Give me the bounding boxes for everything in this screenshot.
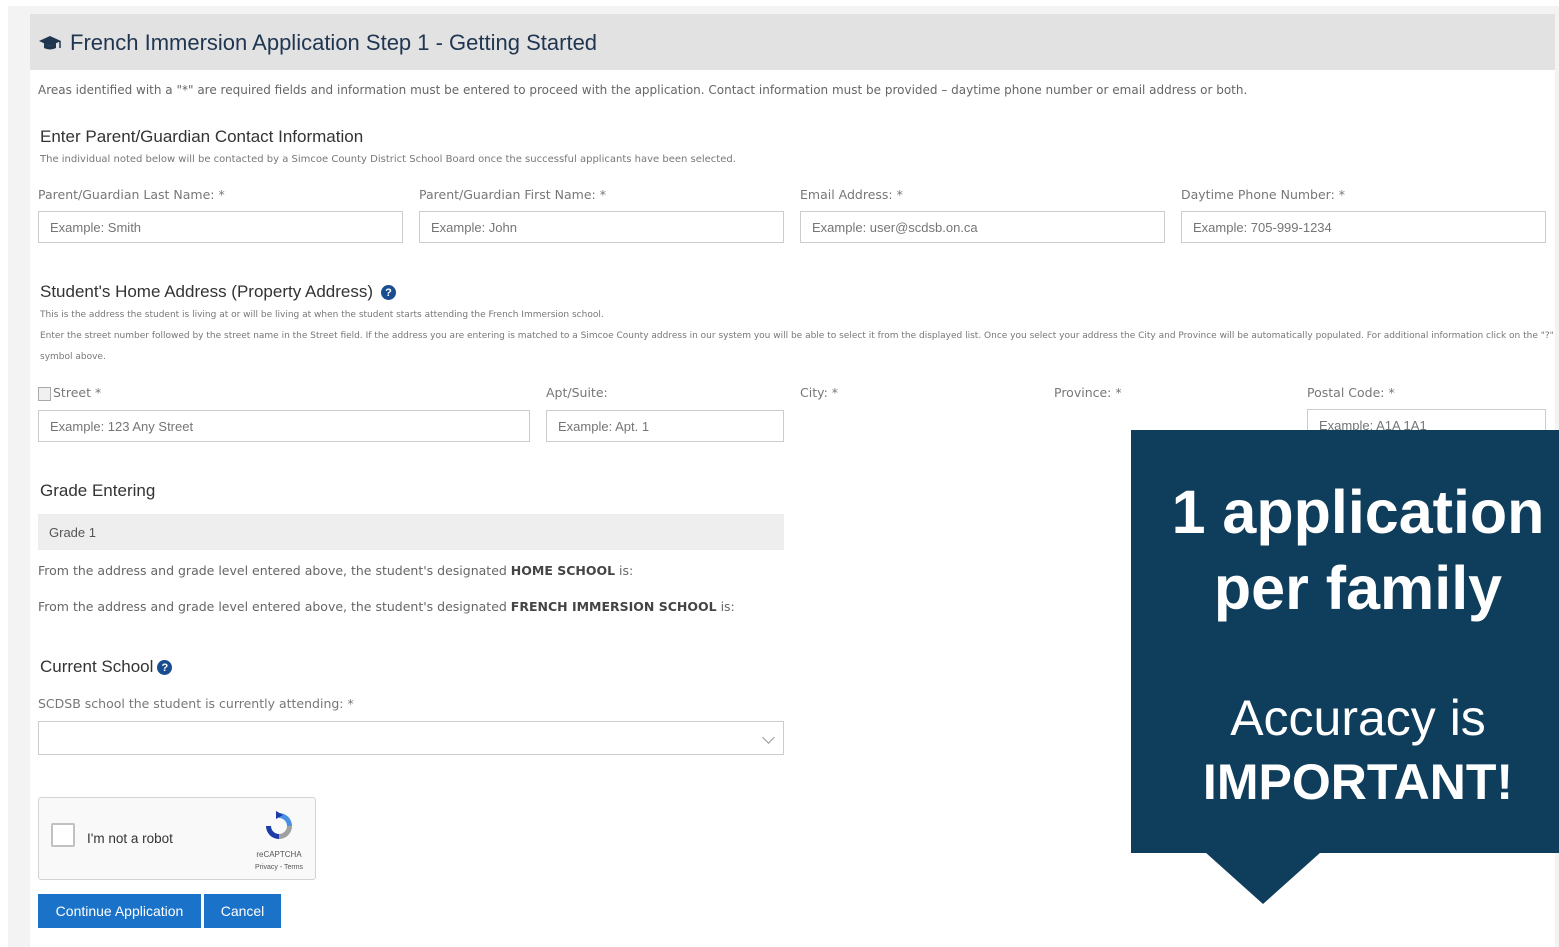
current-school-label: SCDSB school the student is currently at… (38, 696, 354, 711)
address-subtext-1: This is the address the student is livin… (40, 310, 604, 320)
fi-school-text: From the address and grade level entered… (38, 599, 735, 614)
province-label: Province: * (1054, 385, 1122, 400)
phone-field[interactable] (1181, 211, 1546, 243)
page-title: French Immersion Application Step 1 - Ge… (38, 30, 597, 56)
help-icon[interactable]: ? (381, 285, 397, 301)
current-school-heading-text: Current School (40, 657, 154, 676)
fi-school-bold: FRENCH IMMERSION SCHOOL (510, 599, 717, 614)
recaptcha-label: I'm not a robot (87, 831, 173, 846)
recaptcha-logo-icon (266, 811, 292, 839)
phone-input[interactable] (1193, 219, 1545, 235)
grade-heading: Grade Entering (40, 481, 156, 500)
contact-heading: Enter Parent/Guardian Contact Informatio… (40, 127, 364, 146)
home-school-bold: HOME SCHOOL (510, 563, 616, 578)
contact-subtext: The individual noted below will be conta… (40, 154, 736, 165)
callout-line-4: IMPORTANT! (1202, 754, 1514, 810)
last-name-label: Parent/Guardian Last Name: * (38, 187, 225, 202)
postal-code-label: Postal Code: * (1307, 385, 1395, 400)
street-label: Street * (38, 385, 101, 401)
phone-label: Daytime Phone Number: * (1181, 187, 1346, 202)
callout-line-3: Accuracy is (1230, 690, 1486, 746)
callout-pointer (1205, 852, 1321, 904)
city-label: City: * (800, 385, 839, 400)
home-school-suffix: is: (615, 563, 634, 578)
help-icon[interactable]: ? (157, 660, 173, 676)
recaptcha-checkbox[interactable] (51, 823, 75, 847)
home-school-text: From the address and grade level entered… (38, 563, 633, 578)
email-input[interactable] (812, 219, 1164, 235)
address-subtext-3: symbol above. (40, 352, 106, 362)
address-heading: Student's Home Address (Property Address… (40, 282, 397, 302)
current-school-heading: Current School? (40, 657, 173, 677)
email-field[interactable] (800, 211, 1165, 243)
recaptcha-links[interactable]: Privacy - Terms (245, 861, 313, 874)
last-name-input[interactable] (50, 219, 402, 235)
continue-application-button[interactable]: Continue Application (38, 894, 201, 928)
first-name-input[interactable] (431, 219, 783, 235)
street-input[interactable] (50, 418, 529, 434)
address-heading-text: Student's Home Address (Property Address… (40, 282, 374, 301)
apt-label: Apt/Suite: (546, 385, 608, 400)
recaptcha-text: reCAPTCHA Privacy - Terms (245, 848, 313, 874)
fi-school-prefix: From the address and grade level entered… (38, 599, 511, 614)
last-name-field[interactable] (38, 211, 403, 243)
fi-school-suffix: is: (716, 599, 735, 614)
first-name-label: Parent/Guardian First Name: * (419, 187, 606, 202)
address-subtext-2: Enter the street number followed by the … (40, 331, 1554, 341)
page-title-text: French Immersion Application Step 1 - Ge… (70, 30, 598, 55)
cancel-button[interactable]: Cancel (204, 894, 281, 928)
recaptcha-widget: I'm not a robot reCAPTCHA Privacy - Term… (38, 797, 316, 880)
current-school-select[interactable] (38, 721, 784, 755)
email-label: Email Address: * (800, 187, 903, 202)
callout-line-2: per family (1213, 554, 1503, 622)
first-name-field[interactable] (419, 211, 784, 243)
graduation-cap-icon (39, 36, 61, 50)
callout-box: 1 application per family Accuracy is IMP… (1131, 430, 1559, 853)
callout-heading: 1 application per family (1131, 474, 1559, 626)
required-fields-note: Areas identified with a "*" are required… (38, 83, 1248, 97)
grade-value: Grade 1 (38, 514, 784, 550)
recaptcha-brand: reCAPTCHA (256, 850, 302, 859)
callout-line-1: 1 application (1171, 478, 1545, 546)
apt-input[interactable] (558, 418, 783, 434)
broken-image-icon (38, 386, 51, 401)
street-field[interactable] (38, 410, 530, 442)
street-label-text: Street * (53, 385, 102, 400)
apt-field[interactable] (546, 410, 784, 442)
chevron-down-icon (762, 731, 775, 744)
home-school-prefix: From the address and grade level entered… (38, 563, 511, 578)
